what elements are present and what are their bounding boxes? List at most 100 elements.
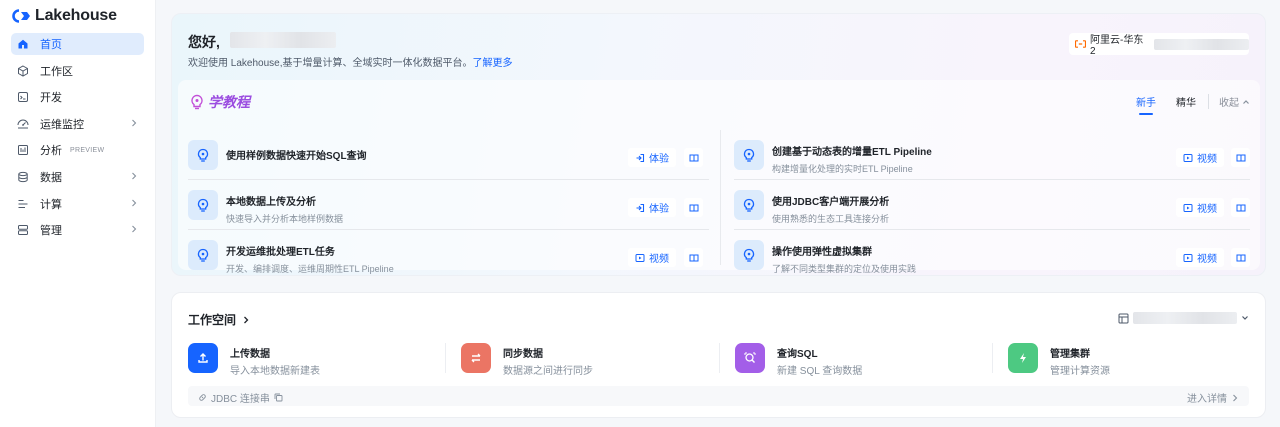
sidebar-item-compute[interactable]: 计算 — [11, 193, 144, 215]
video-button[interactable]: 视频 — [1176, 148, 1224, 167]
monitor-icon — [17, 118, 29, 130]
tab-beginner[interactable]: 新手 — [1136, 94, 1156, 115]
video-button[interactable]: 视频 — [1176, 198, 1224, 217]
jdbc-connection-string[interactable]: JDBC 连接串 — [198, 390, 283, 405]
sidebar-item-label: 计算 — [40, 198, 62, 211]
tutorial-title: 使用JDBC客户端开展分析 — [772, 197, 890, 208]
book-icon — [689, 203, 699, 213]
tutorial-title: 本地数据上传及分析 — [226, 197, 316, 208]
tutorial-item-local-upload[interactable]: 本地数据上传及分析 快速导入并分析本地样例数据 — [188, 185, 628, 225]
video-button[interactable]: 视频 — [628, 248, 676, 267]
tutorial-item-virtual-cluster[interactable]: 操作使用弹性虚拟集群 了解不同类型集群的定位及使用实践 — [734, 235, 1174, 275]
manage-icon — [17, 224, 29, 236]
row-divider — [188, 229, 709, 230]
home-icon — [17, 38, 29, 50]
sidebar-item-manage[interactable]: 管理 — [11, 219, 144, 241]
chevron-right-icon — [130, 198, 138, 208]
view-details-link[interactable]: 进入详情 — [1187, 390, 1239, 405]
tutorial-title: 开发运维批处理ETL任务 — [226, 247, 335, 258]
lightbulb-icon — [188, 140, 218, 170]
sidebar-item-label: 运维监控 — [40, 118, 84, 131]
code-icon — [17, 91, 29, 103]
chevron-down-icon — [1241, 315, 1249, 321]
tutorial-subtitle: 开发、编排调度、运维周期性ETL Pipeline — [226, 264, 394, 274]
instance-name-redacted — [1153, 38, 1249, 50]
welcome-card: 您好, 欢迎使用 Lakehouse,基于增量计算、全域实时一体化数据平台。了解… — [171, 13, 1266, 276]
sidebar-item-home[interactable]: 首页 — [11, 33, 144, 55]
sidebar-item-monitor[interactable]: 运维监控 — [11, 113, 144, 135]
alibaba-cloud-icon — [1075, 40, 1086, 48]
tutorial-title: 创建基于动态表的增量ETL Pipeline — [772, 147, 932, 158]
book-icon — [689, 153, 699, 163]
cube-icon — [17, 65, 29, 77]
chevron-up-icon — [1242, 99, 1250, 105]
lightbulb-icon — [734, 140, 764, 170]
action-sync-data[interactable]: 同步数据 数据源之间进行同步 — [461, 342, 701, 377]
sync-icon — [461, 343, 491, 373]
region-label: 阿里云-华东2 — [1090, 35, 1144, 57]
workspace-title-link[interactable]: 工作空间 — [188, 311, 250, 328]
lightbulb-icon — [734, 190, 764, 220]
action-divider — [445, 343, 446, 373]
action-manage-cluster[interactable]: 管理集群 管理计算资源 — [1008, 342, 1248, 377]
sidebar-item-workspace[interactable]: 工作区 — [11, 60, 144, 82]
row-divider — [734, 229, 1250, 230]
try-button[interactable]: 体验 — [628, 148, 676, 167]
action-subtitle: 新建 SQL 查询数据 — [777, 366, 863, 377]
chevron-right-icon — [130, 118, 138, 128]
docs-button[interactable] — [1231, 248, 1250, 267]
chevron-right-icon — [130, 171, 138, 181]
action-title: 上传数据 — [230, 349, 270, 360]
column-divider — [720, 130, 721, 265]
action-query-sql[interactable]: 查询SQL 新建 SQL 查询数据 — [735, 342, 975, 377]
sql-query-icon — [735, 343, 765, 373]
sidebar-item-label: 开发 — [40, 92, 62, 105]
try-button[interactable]: 体验 — [628, 198, 676, 217]
region-selector[interactable]: 阿里云-华东2 — [1069, 33, 1249, 57]
analysis-icon — [17, 144, 29, 156]
sidebar-item-analysis[interactable]: 分析 PREVIEW — [11, 139, 144, 161]
user-name-redacted — [230, 32, 336, 48]
docs-button[interactable] — [1231, 148, 1250, 167]
docs-button[interactable] — [684, 148, 703, 167]
tutorial-item-jdbc[interactable]: 使用JDBC客户端开展分析 使用熟悉的生态工具连接分析 — [734, 185, 1174, 225]
tutorials-panel: 学教程 新手 精华 收起 使用样例数据快速开始SQL查询 体验 创建基于动态表的… — [178, 80, 1260, 274]
link-icon — [198, 393, 207, 402]
sidebar-item-data[interactable]: 数据 — [11, 166, 144, 188]
action-title: 同步数据 — [503, 349, 543, 360]
learn-more-link[interactable]: 了解更多 — [473, 58, 513, 69]
action-title: 管理集群 — [1050, 349, 1090, 360]
row-divider — [734, 179, 1250, 180]
logo[interactable]: Lakehouse — [12, 7, 117, 25]
greeting: 您好, — [188, 34, 220, 50]
collapse-toggle[interactable]: 收起 — [1208, 94, 1250, 109]
docs-button[interactable] — [684, 198, 703, 217]
sidebar-item-label: 分析 — [40, 145, 62, 158]
tab-featured[interactable]: 精华 — [1176, 94, 1196, 109]
action-subtitle: 数据源之间进行同步 — [503, 366, 593, 377]
play-icon — [1183, 203, 1193, 213]
action-subtitle: 导入本地数据新建表 — [230, 366, 320, 377]
tutorial-item-incremental-etl[interactable]: 创建基于动态表的增量ETL Pipeline 构建增量化处理的实时ETL Pip… — [734, 135, 1174, 175]
copy-icon[interactable] — [274, 393, 283, 402]
workspace-icon — [1118, 313, 1129, 324]
tutorials-title: 学教程 — [190, 92, 250, 112]
workspace-selector[interactable] — [1118, 312, 1249, 324]
tutorial-title: 操作使用弹性虚拟集群 — [772, 247, 872, 258]
chevron-right-icon — [1231, 393, 1239, 403]
lightning-icon — [1008, 343, 1038, 373]
tutorial-item-batch-etl[interactable]: 开发运维批处理ETL任务 开发、编排调度、运维周期性ETL Pipeline — [188, 235, 628, 275]
enter-icon — [635, 153, 645, 163]
tutorial-title: 使用样例数据快速开始SQL查询 — [226, 151, 367, 162]
sidebar-item-label: 首页 — [40, 39, 62, 51]
upload-icon — [188, 343, 218, 373]
action-divider — [719, 343, 720, 373]
action-upload-data[interactable]: 上传数据 导入本地数据新建表 — [188, 342, 428, 377]
sidebar-item-develop[interactable]: 开发 — [11, 86, 144, 108]
docs-button[interactable] — [1231, 198, 1250, 217]
video-button[interactable]: 视频 — [1176, 248, 1224, 267]
tutorial-subtitle: 了解不同类型集群的定位及使用实践 — [772, 264, 917, 274]
logo-text: Lakehouse — [35, 7, 117, 24]
sidebar-item-label: 数据 — [40, 171, 62, 184]
docs-button[interactable] — [684, 248, 703, 267]
